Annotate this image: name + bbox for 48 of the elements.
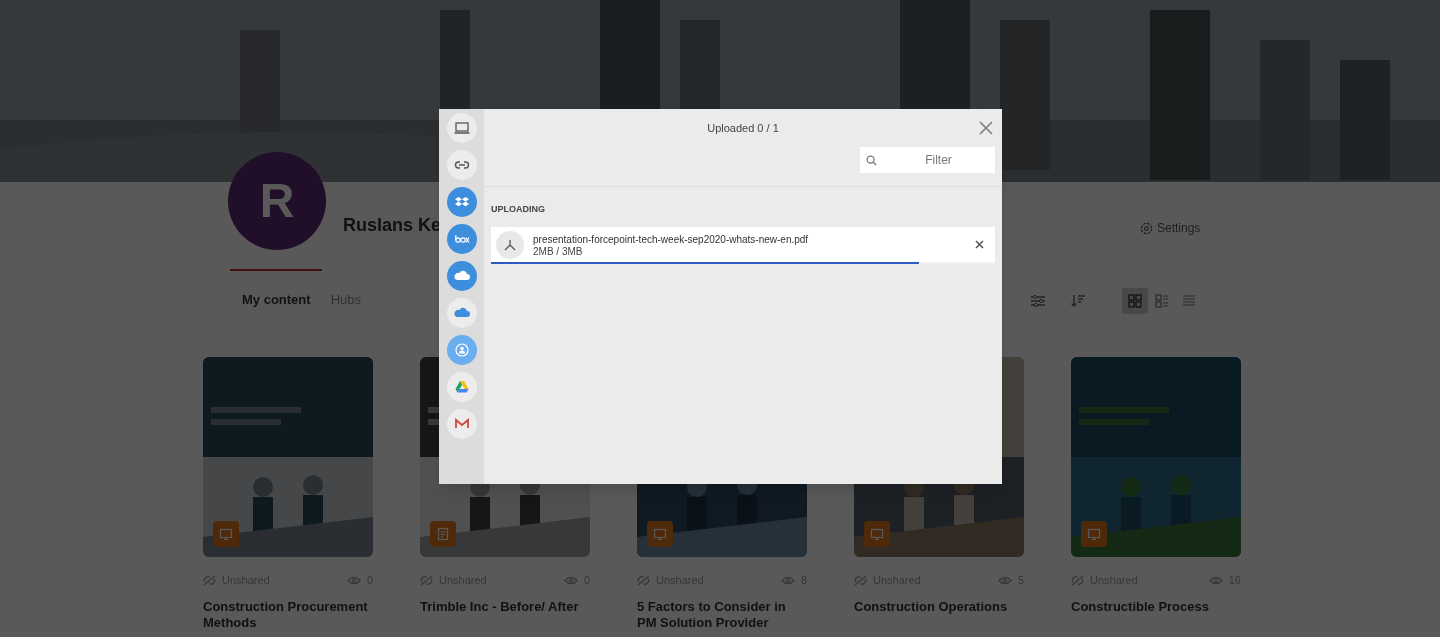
presentation-type-icon <box>1081 521 1107 547</box>
presentation-type-icon <box>213 521 239 547</box>
settings-icon <box>1140 221 1153 235</box>
grid-list-icon <box>1154 293 1170 309</box>
document-type-icon <box>430 521 456 547</box>
cloud-icon[interactable] <box>446 298 477 328</box>
unlinked-icon <box>203 574 216 586</box>
unlinked-icon <box>1071 574 1084 586</box>
eye-icon <box>997 575 1012 585</box>
unlinked-icon <box>420 574 433 586</box>
box-icon[interactable] <box>446 224 477 254</box>
eye-icon <box>780 575 795 585</box>
dropbox-icon[interactable] <box>446 187 477 217</box>
list-icon <box>1181 293 1197 309</box>
mail-icon[interactable] <box>446 409 477 439</box>
eye-icon <box>346 575 361 585</box>
close-icon[interactable] <box>979 121 993 135</box>
card-title[interactable]: 5 Factors to Consider in PM Solution Provider <box>637 598 807 631</box>
unlinked-icon <box>637 574 650 586</box>
unlinked-icon <box>854 574 867 586</box>
presentation-type-icon <box>647 521 673 547</box>
filter-field[interactable]: Filter <box>860 147 995 173</box>
eye-icon <box>563 575 578 585</box>
tab[interactable]: My content <box>242 290 311 310</box>
file-name: presentation-forcepoint-tech-week-sep2020-whats-new-en.pdf <box>533 232 809 246</box>
eye-icon <box>1208 575 1223 585</box>
file-size: 2MB / 3MB <box>533 245 584 258</box>
cancel-button[interactable] <box>973 238 985 251</box>
section-heading: UPLOADING <box>491 203 546 216</box>
grid-icon <box>1127 293 1143 309</box>
card-title[interactable]: Construction Operations <box>854 598 1024 615</box>
grid-view-button[interactable] <box>1122 288 1148 314</box>
cloud-icon[interactable] <box>446 261 477 291</box>
laptop-icon[interactable] <box>446 113 477 143</box>
filter-icon[interactable] <box>1030 294 1046 308</box>
settings-link[interactable]: Settings <box>1157 219 1201 237</box>
profile-name: Ruslans Ke <box>343 214 442 237</box>
search-icon <box>866 155 877 166</box>
card-title[interactable]: Construction Procurement Methods <box>203 598 373 631</box>
person-icon[interactable] <box>446 335 477 365</box>
presentation-type-icon <box>864 521 890 547</box>
link-icon[interactable] <box>446 150 477 180</box>
card-title[interactable]: Trimble Inc - Before/ After <box>420 598 590 615</box>
sort-icon[interactable] <box>1070 294 1086 308</box>
dialog-title: Uploaded 0 / 1 <box>707 120 779 136</box>
avatar: R <box>228 152 326 250</box>
triangle-logo-icon[interactable] <box>446 372 477 402</box>
card-title[interactable]: Constructible Process <box>1071 598 1241 615</box>
